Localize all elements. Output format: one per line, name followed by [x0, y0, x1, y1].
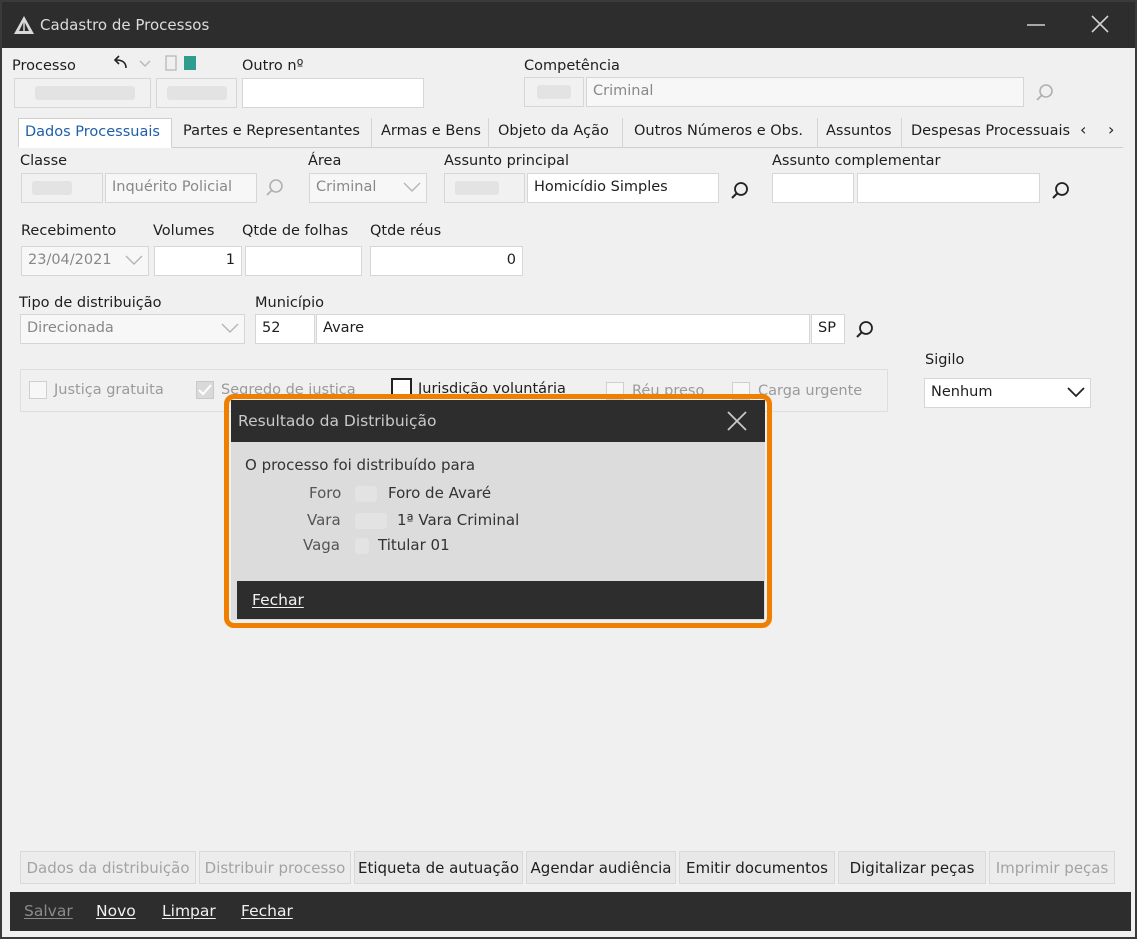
distribuir-processo-button[interactable]: Distribuir processo — [199, 851, 351, 884]
classe-code-field[interactable] — [21, 173, 103, 203]
digitalizar-pecas-button[interactable]: Digitalizar peças — [838, 851, 986, 884]
assunto-principal-code-field[interactable] — [444, 173, 525, 203]
municipio-uf-field[interactable]: SP — [811, 314, 845, 344]
classe-field[interactable]: Inquérito Policial — [105, 173, 257, 203]
tab-scroll-left-icon[interactable]: ‹ — [1080, 120, 1086, 139]
tab-objeto-acao[interactable]: Objeto da Ação — [492, 118, 623, 148]
dados-distribuicao-button[interactable]: Dados da distribuição — [20, 851, 196, 884]
tab-scroll-right-icon[interactable]: › — [1108, 120, 1114, 139]
tab-strip: Dados Processuais Partes e Representante… — [18, 118, 1123, 148]
title-bar: Cadastro de Processos — [2, 2, 1135, 48]
assunto-principal-field[interactable]: Homicídio Simples — [527, 173, 719, 203]
imprimir-pecas-button[interactable]: Imprimir peças — [989, 851, 1115, 884]
recebimento-chevron-down-icon[interactable] — [124, 253, 144, 267]
volumes-input[interactable]: 1 — [154, 246, 242, 276]
competencia-code-field[interactable] — [524, 77, 584, 107]
qtde-reus-label: Qtde réus — [370, 223, 442, 239]
search-icon[interactable] — [1034, 82, 1056, 104]
emitir-documentos-button[interactable]: Emitir documentos — [679, 851, 835, 884]
tipo-distribuicao-chevron-down-icon[interactable] — [220, 321, 240, 335]
municipio-name-input[interactable]: Avare — [316, 314, 810, 344]
status-indicator — [184, 56, 196, 70]
tab-despesas-processuais[interactable]: Despesas Processuais — [905, 118, 1080, 148]
tab-partes-representantes[interactable]: Partes e Representantes — [177, 118, 372, 148]
tab-dados-processuais[interactable]: Dados Processuais — [18, 118, 172, 148]
municipio-code-input[interactable]: 52 — [255, 314, 315, 344]
window-title: Cadastro de Processos — [40, 16, 210, 34]
assunto-complementar-label: Assunto complementar — [772, 153, 941, 169]
tab-assuntos[interactable]: Assuntos — [820, 118, 902, 148]
justica-gratuita-label: Justiça gratuita — [54, 382, 164, 398]
limpar-button[interactable]: Limpar — [162, 902, 216, 920]
assunto-complementar-input[interactable] — [857, 173, 1040, 203]
assunto-principal-label: Assunto principal — [444, 153, 570, 169]
area-chevron-down-icon[interactable] — [402, 180, 422, 194]
processo-label: Processo — [12, 58, 76, 74]
tipo-distribuicao-select[interactable]: Direcionada — [20, 314, 245, 344]
dialog-highlight-outline — [224, 394, 772, 628]
etiqueta-autuacao-button[interactable]: Etiqueta de autuação — [354, 851, 523, 884]
tab-outros-numeros[interactable]: Outros Números e Obs. — [628, 118, 818, 148]
assunto-principal-search-icon[interactable] — [729, 180, 751, 202]
salvar-button[interactable]: Salvar — [24, 902, 73, 920]
qtde-reus-input[interactable]: 0 — [370, 246, 523, 276]
bottom-toolbar: Salvar Novo Limpar Fechar — [10, 892, 1131, 931]
tipo-distribuicao-label: Tipo de distribuição — [19, 295, 162, 311]
chevron-down-icon[interactable] — [138, 58, 152, 70]
recebimento-label: Recebimento — [21, 223, 117, 239]
close-icon[interactable] — [1082, 10, 1118, 40]
municipio-search-icon[interactable] — [854, 319, 876, 341]
sigilo-label: Sigilo — [925, 352, 965, 368]
assunto-complementar-search-icon[interactable] — [1050, 180, 1072, 202]
processo-digit-field[interactable] — [156, 78, 237, 108]
undo-icon[interactable] — [110, 54, 132, 72]
qtde-folhas-label: Qtde de folhas — [242, 223, 349, 239]
assunto-complementar-code-input[interactable] — [772, 173, 854, 203]
minimize-icon[interactable] — [1018, 10, 1054, 40]
area-label: Área — [308, 153, 342, 169]
carga-urgente-label: Carga urgente — [758, 383, 863, 399]
justica-gratuita-checkbox[interactable] — [29, 381, 47, 399]
app-logo-icon — [14, 16, 34, 34]
checkmark-icon — [198, 384, 212, 396]
volumes-label: Volumes — [153, 223, 215, 239]
outro-numero-label: Outro nº — [242, 58, 304, 74]
outro-numero-input[interactable] — [242, 78, 424, 108]
classe-label: Classe — [20, 153, 68, 169]
competencia-field[interactable]: Criminal — [586, 77, 1024, 107]
municipio-label: Município — [255, 295, 325, 311]
fechar-button[interactable]: Fechar — [241, 902, 293, 920]
document-icon[interactable] — [164, 55, 178, 71]
window: Cadastro de Processos Processo Outro nº … — [0, 0, 1137, 939]
competencia-label: Competência — [524, 58, 620, 74]
classe-search-icon[interactable] — [264, 177, 286, 199]
tab-armas-bens[interactable]: Armas e Bens — [375, 118, 489, 148]
processo-number-field[interactable] — [14, 78, 151, 108]
sigilo-chevron-down-icon[interactable] — [1066, 385, 1086, 399]
segredo-justica-checkbox[interactable] — [196, 381, 214, 399]
novo-button[interactable]: Novo — [96, 902, 136, 920]
qtde-folhas-input[interactable] — [245, 246, 362, 276]
agendar-audiencia-button[interactable]: Agendar audiência — [526, 851, 676, 884]
